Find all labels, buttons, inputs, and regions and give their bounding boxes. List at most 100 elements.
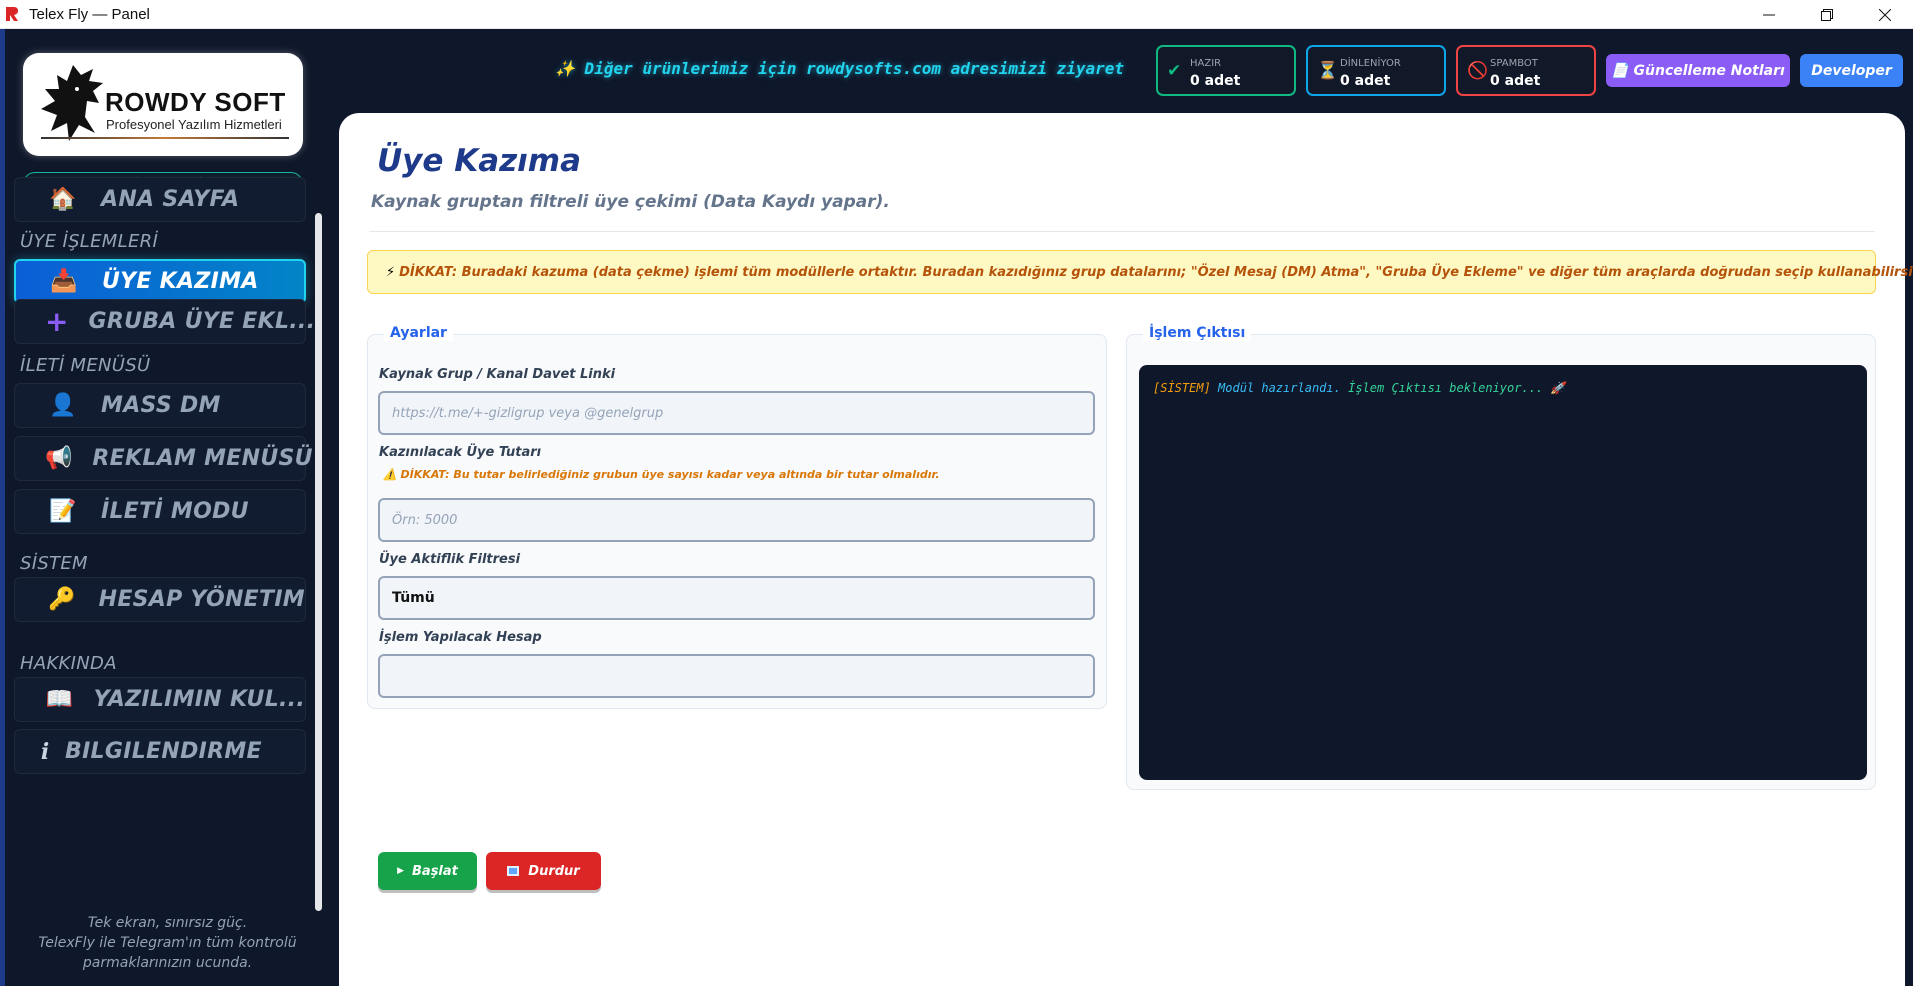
sidebar-item-label: HESAP YÖNETIM bbox=[98, 587, 305, 612]
memo-icon: 📝 bbox=[49, 499, 77, 524]
minimize-icon bbox=[1763, 14, 1775, 15]
developer-button[interactable]: Developer bbox=[1800, 54, 1903, 87]
stat-ready: ✔ HAZIR 0 adet bbox=[1156, 45, 1296, 96]
amount-input[interactable]: Örn: 5000 bbox=[378, 498, 1095, 542]
page-subtitle: Kaynak gruptan filtreli üye çekimi (Data… bbox=[371, 192, 890, 212]
sidebar-item-label: GRUBA ÜYE EKL... bbox=[88, 309, 316, 334]
footer-slogan: Tek ekran, sınırsız güç. TelexFly ile Te… bbox=[5, 913, 330, 973]
console-line: [SİSTEM] Modül hazırlandı. İşlem Çıktısı… bbox=[1153, 381, 1565, 395]
stat-value: 0 adet bbox=[1340, 73, 1391, 89]
rocket-icon: 🚀 bbox=[1550, 381, 1566, 395]
user-icon: 👤 bbox=[49, 393, 77, 418]
source-link-input[interactable]: https://t.me/+-gizligrup veya @genelgrup bbox=[378, 391, 1095, 435]
warning-text: DİKKAT: Buradaki kazuma (data çekme) işl… bbox=[399, 264, 1913, 280]
sidebar-item-account-mgmt[interactable]: 🔑 HESAP YÖNETIM bbox=[14, 577, 306, 622]
hourglass-icon: ⏳ bbox=[1317, 61, 1339, 81]
source-label: Kaynak Grup / Kanal Davet Linki bbox=[379, 367, 616, 382]
sidebar-item-label: YAZILIMIN KUL... bbox=[93, 687, 305, 712]
minimize-button[interactable] bbox=[1740, 0, 1798, 29]
page-title: Üye Kazıma bbox=[377, 143, 582, 179]
section-member-ops: ÜYE İŞLEMLERİ bbox=[20, 231, 159, 252]
stat-label: DİNLENİYOR bbox=[1340, 58, 1401, 69]
sidebar-item-label: REKLAM MENÜSÜ bbox=[92, 446, 313, 471]
key-icon: 🔑 bbox=[48, 587, 76, 612]
sidebar-item-home[interactable]: 🏠 ANA SAYFA bbox=[14, 177, 306, 222]
lightning-icon: ⚡ bbox=[386, 264, 396, 280]
console-tag: [SİSTEM] bbox=[1153, 381, 1211, 395]
settings-legend: Ayarlar bbox=[384, 325, 453, 341]
amount-hint-text: DİKKAT: Bu tutar belirlediğiniz grubun ü… bbox=[400, 468, 940, 481]
section-system: SİSTEM bbox=[20, 553, 88, 574]
stat-value: 0 adet bbox=[1190, 73, 1241, 89]
info-icon: i bbox=[40, 738, 50, 765]
restore-button[interactable] bbox=[1798, 0, 1856, 29]
settings-panel: Ayarlar Kaynak Grup / Kanal Davet Linki … bbox=[367, 325, 1107, 709]
restore-icon bbox=[1821, 8, 1833, 21]
output-console[interactable]: [SİSTEM] Modül hazırlandı. İşlem Çıktısı… bbox=[1139, 365, 1867, 780]
sidebar-item-add-to-group[interactable]: + GRUBA ÜYE EKL... bbox=[14, 299, 315, 344]
footer-line: TelexFly ile Telegram'ın tüm kontrolü bbox=[38, 935, 297, 951]
check-icon: ✔ bbox=[1167, 61, 1182, 81]
divider bbox=[369, 231, 1875, 232]
close-icon bbox=[1879, 8, 1891, 21]
sidebar-item-label: ANA SAYFA bbox=[101, 187, 240, 212]
sidebar: ROWDY SOFT Profesyonel Yazılım Hizmetler… bbox=[5, 29, 330, 986]
amount-label: Kazınılacak Üye Tutarı bbox=[379, 445, 542, 460]
stop-label: Durdur bbox=[528, 863, 580, 879]
prohibited-icon: 🚫 bbox=[1467, 61, 1489, 81]
console-msg2: İşlem Çıktısı bekleniyor... bbox=[1348, 381, 1544, 395]
activity-label: Üye Aktiflik Filtresi bbox=[379, 552, 521, 567]
stop-icon bbox=[507, 866, 520, 876]
inbox-icon: 📥 bbox=[50, 269, 78, 294]
app-logo-icon bbox=[6, 7, 18, 21]
brand-name: ROWDY SOFT bbox=[105, 87, 286, 117]
sidebar-item-usage[interactable]: 📖 YAZILIMIN KUL... bbox=[14, 677, 306, 722]
book-icon: 📖 bbox=[45, 687, 74, 712]
megaphone-icon: 📢 bbox=[45, 446, 73, 471]
plus-icon: + bbox=[45, 305, 69, 338]
brand-tagline: Profesyonel Yazılım Hizmetleri bbox=[106, 117, 282, 132]
sidebar-item-label: İLETİ MODU bbox=[101, 499, 249, 524]
start-label: Başlat bbox=[412, 863, 458, 879]
section-message-menu: İLETİ MENÜSÜ bbox=[20, 355, 151, 376]
warning-icon: ⚠️ bbox=[383, 468, 397, 481]
brand-logo-card: ROWDY SOFT Profesyonel Yazılım Hizmetler… bbox=[23, 53, 303, 156]
console-msg1: Modül hazırlandı. bbox=[1218, 381, 1341, 395]
stat-value: 0 adet bbox=[1490, 73, 1541, 89]
window-titlebar: Telex Fly — Panel bbox=[0, 0, 1913, 29]
stop-button[interactable]: Durdur bbox=[486, 852, 601, 890]
logo-underline bbox=[41, 137, 289, 139]
amount-hint: ⚠️ DİKKAT: Bu tutar belirlediğiniz grubu… bbox=[383, 468, 940, 481]
sidebar-item-info[interactable]: i BILGILENDIRME bbox=[14, 729, 306, 774]
sidebar-item-ad-menu[interactable]: 📢 REKLAM MENÜSÜ bbox=[14, 436, 313, 481]
sidebar-item-label: BILGILENDIRME bbox=[65, 739, 262, 764]
output-panel: İşlem Çıktısı [SİSTEM] Modül hazırlandı.… bbox=[1126, 325, 1876, 790]
account-label: İşlem Yapılacak Hesap bbox=[379, 630, 542, 645]
account-select[interactable] bbox=[378, 654, 1095, 698]
stat-resting: ⏳ DİNLENİYOR 0 adet bbox=[1306, 45, 1446, 96]
stat-spambot: 🚫 SPAMBOT 0 adet bbox=[1456, 45, 1596, 96]
promo-text[interactable]: ✨ Diğer ürünlerimiz için rowdysofts.com … bbox=[555, 59, 1124, 78]
sidebar-item-label: ÜYE KAZIMA bbox=[102, 269, 259, 294]
section-about: HAKKINDA bbox=[20, 653, 117, 674]
sidebar-item-message-mode[interactable]: 📝 İLETİ MODU bbox=[14, 489, 306, 534]
output-legend: İşlem Çıktısı bbox=[1143, 325, 1252, 341]
stat-label: HAZIR bbox=[1190, 58, 1222, 69]
house-icon: 🏠 bbox=[49, 187, 77, 212]
update-notes-button[interactable]: 📄 Güncelleme Notları bbox=[1606, 54, 1790, 87]
start-button[interactable]: ▶ Başlat bbox=[378, 852, 477, 890]
warning-banner: ⚡ DİKKAT: Buradaki kazuma (data çekme) i… bbox=[367, 250, 1913, 294]
sidebar-item-mass-dm[interactable]: 👤 MASS DM bbox=[14, 383, 306, 428]
close-button[interactable] bbox=[1856, 0, 1913, 29]
window-title: Telex Fly — Panel bbox=[29, 5, 150, 23]
footer-line: parmaklarınızın ucunda. bbox=[82, 955, 253, 971]
main-panel: Üye Kazıma Kaynak gruptan filtreli üye ç… bbox=[339, 113, 1913, 986]
sidebar-item-member-scrape[interactable]: 📥 ÜYE KAZIMA bbox=[14, 259, 306, 304]
play-icon: ▶ bbox=[397, 866, 405, 876]
sidebar-item-label: MASS DM bbox=[101, 393, 221, 418]
activity-filter-select[interactable]: Tümü bbox=[378, 576, 1095, 620]
footer-line: Tek ekran, sınırsız güç. bbox=[87, 915, 248, 931]
stat-label: SPAMBOT bbox=[1490, 58, 1538, 69]
dragon-logo-icon bbox=[41, 65, 103, 141]
sidebar-scrollbar[interactable] bbox=[315, 213, 322, 911]
